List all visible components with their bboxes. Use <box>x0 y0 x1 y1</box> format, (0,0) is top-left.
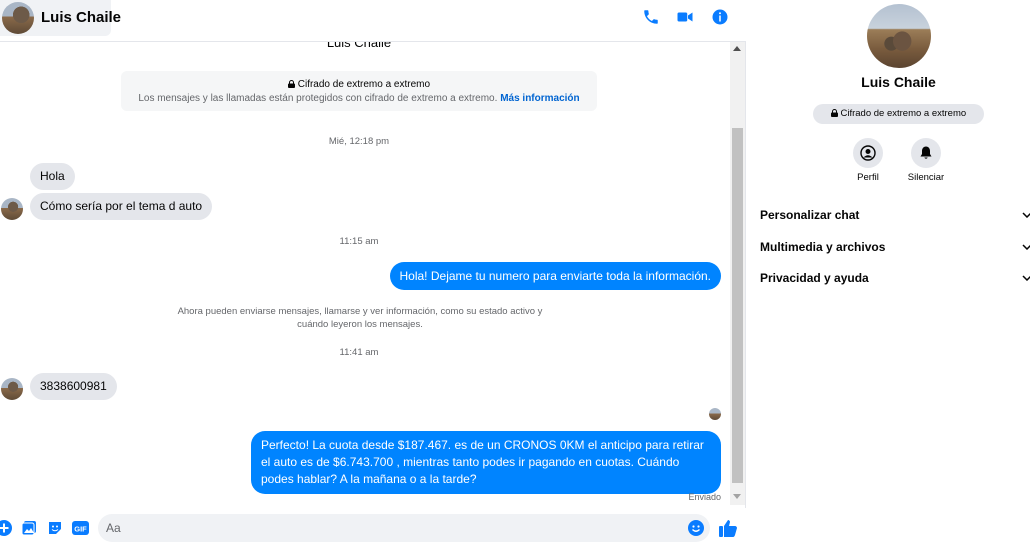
details-contact-name: Luis Chaile <box>861 74 936 90</box>
bell-icon <box>920 146 932 159</box>
section-customize-chat[interactable]: Personalizar chat <box>760 208 1030 228</box>
e2e-title: Cifrado de extremo a extremo <box>297 79 431 90</box>
incoming-message[interactable]: Cómo sería por el tema d auto <box>30 193 213 220</box>
mute-label: Silenciar <box>907 172 945 183</box>
sent-status: Enviado <box>688 492 721 502</box>
section-label: Personalizar chat <box>760 208 860 222</box>
video-call-icon[interactable] <box>674 6 696 28</box>
outgoing-message[interactable]: Hola! Dejame tu numero para enviarte tod… <box>389 262 721 290</box>
plus-icon[interactable] <box>0 520 12 536</box>
more-info-link[interactable]: Más información <box>500 93 579 104</box>
sticker-icon[interactable] <box>47 520 63 536</box>
sender-avatar[interactable] <box>1 198 23 220</box>
info-note: Ahora pueden enviarse mensajes, llamarse… <box>177 306 543 330</box>
scrollbar[interactable] <box>730 42 745 505</box>
profile-icon <box>860 145 876 161</box>
message-input-box[interactable] <box>98 514 710 542</box>
section-label: Multimedia y archivos <box>760 240 886 254</box>
outgoing-message[interactable]: Perfecto! La cuota desde $187.467. es de… <box>251 431 721 494</box>
e2e-badge-label: Cifrado de extremo a extremo <box>840 108 967 119</box>
avatar[interactable] <box>2 2 34 34</box>
e2e-description: Los mensajes y las llamadas están proteg… <box>138 93 498 104</box>
image-icon[interactable] <box>21 520 37 536</box>
details-pane: Luis Chaile Cifrado de extremo a extremo… <box>747 0 1030 548</box>
thumbs-up-icon[interactable] <box>718 518 738 538</box>
chevron-down-icon <box>1022 212 1030 218</box>
timestamp: 11:15 am <box>339 236 379 247</box>
chevron-down-icon <box>1022 275 1030 281</box>
conversation-top-name: Luis Chaile <box>326 42 392 50</box>
profile-button[interactable]: Perfil <box>838 138 898 183</box>
profile-label: Perfil <box>857 172 879 183</box>
scroll-thumb[interactable] <box>732 128 743 483</box>
contact-name[interactable]: Luis Chaile <box>41 9 121 26</box>
seen-receipt-avatar <box>709 408 721 420</box>
incoming-message[interactable]: 3838600981 <box>30 373 117 400</box>
e2e-badge[interactable]: Cifrado de extremo a extremo <box>813 104 984 124</box>
scroll-down-arrow[interactable] <box>733 494 741 499</box>
e2e-notice: Cifrado de extremo a extremo Los mensaje… <box>121 71 597 111</box>
header-contact[interactable]: Luis Chaile <box>0 0 121 36</box>
emoji-icon[interactable] <box>688 520 704 536</box>
message-input[interactable] <box>106 514 676 542</box>
sender-avatar[interactable] <box>1 378 23 400</box>
lock-icon <box>287 80 295 88</box>
chevron-down-icon <box>1022 244 1030 250</box>
svg-text:GIF: GIF <box>74 525 87 534</box>
mute-button[interactable]: Silenciar <box>896 138 956 183</box>
phone-call-icon[interactable] <box>640 6 662 28</box>
chat-header: Luis Chaile <box>0 0 746 42</box>
incoming-message[interactable]: Hola <box>30 163 75 190</box>
lock-icon <box>830 109 838 117</box>
section-media-files[interactable]: Multimedia y archivos <box>760 240 1030 260</box>
section-privacy-help[interactable]: Privacidad y ayuda <box>760 271 1030 291</box>
section-label: Privacidad y ayuda <box>760 271 869 285</box>
message-list: Luis Chaile Cifrado de extremo a extremo… <box>0 42 730 508</box>
chat-pane: Luis Chaile Luis Chaile Cifrado de extre… <box>0 0 746 548</box>
scroll-up-arrow[interactable] <box>733 46 741 51</box>
timestamp: 11:41 am <box>339 347 379 358</box>
profile-avatar[interactable] <box>867 4 931 68</box>
info-icon[interactable] <box>709 6 731 28</box>
timestamp: Mié, 12:18 pm <box>328 136 390 147</box>
composer: GIF <box>0 508 746 548</box>
gif-icon[interactable]: GIF <box>72 520 89 536</box>
